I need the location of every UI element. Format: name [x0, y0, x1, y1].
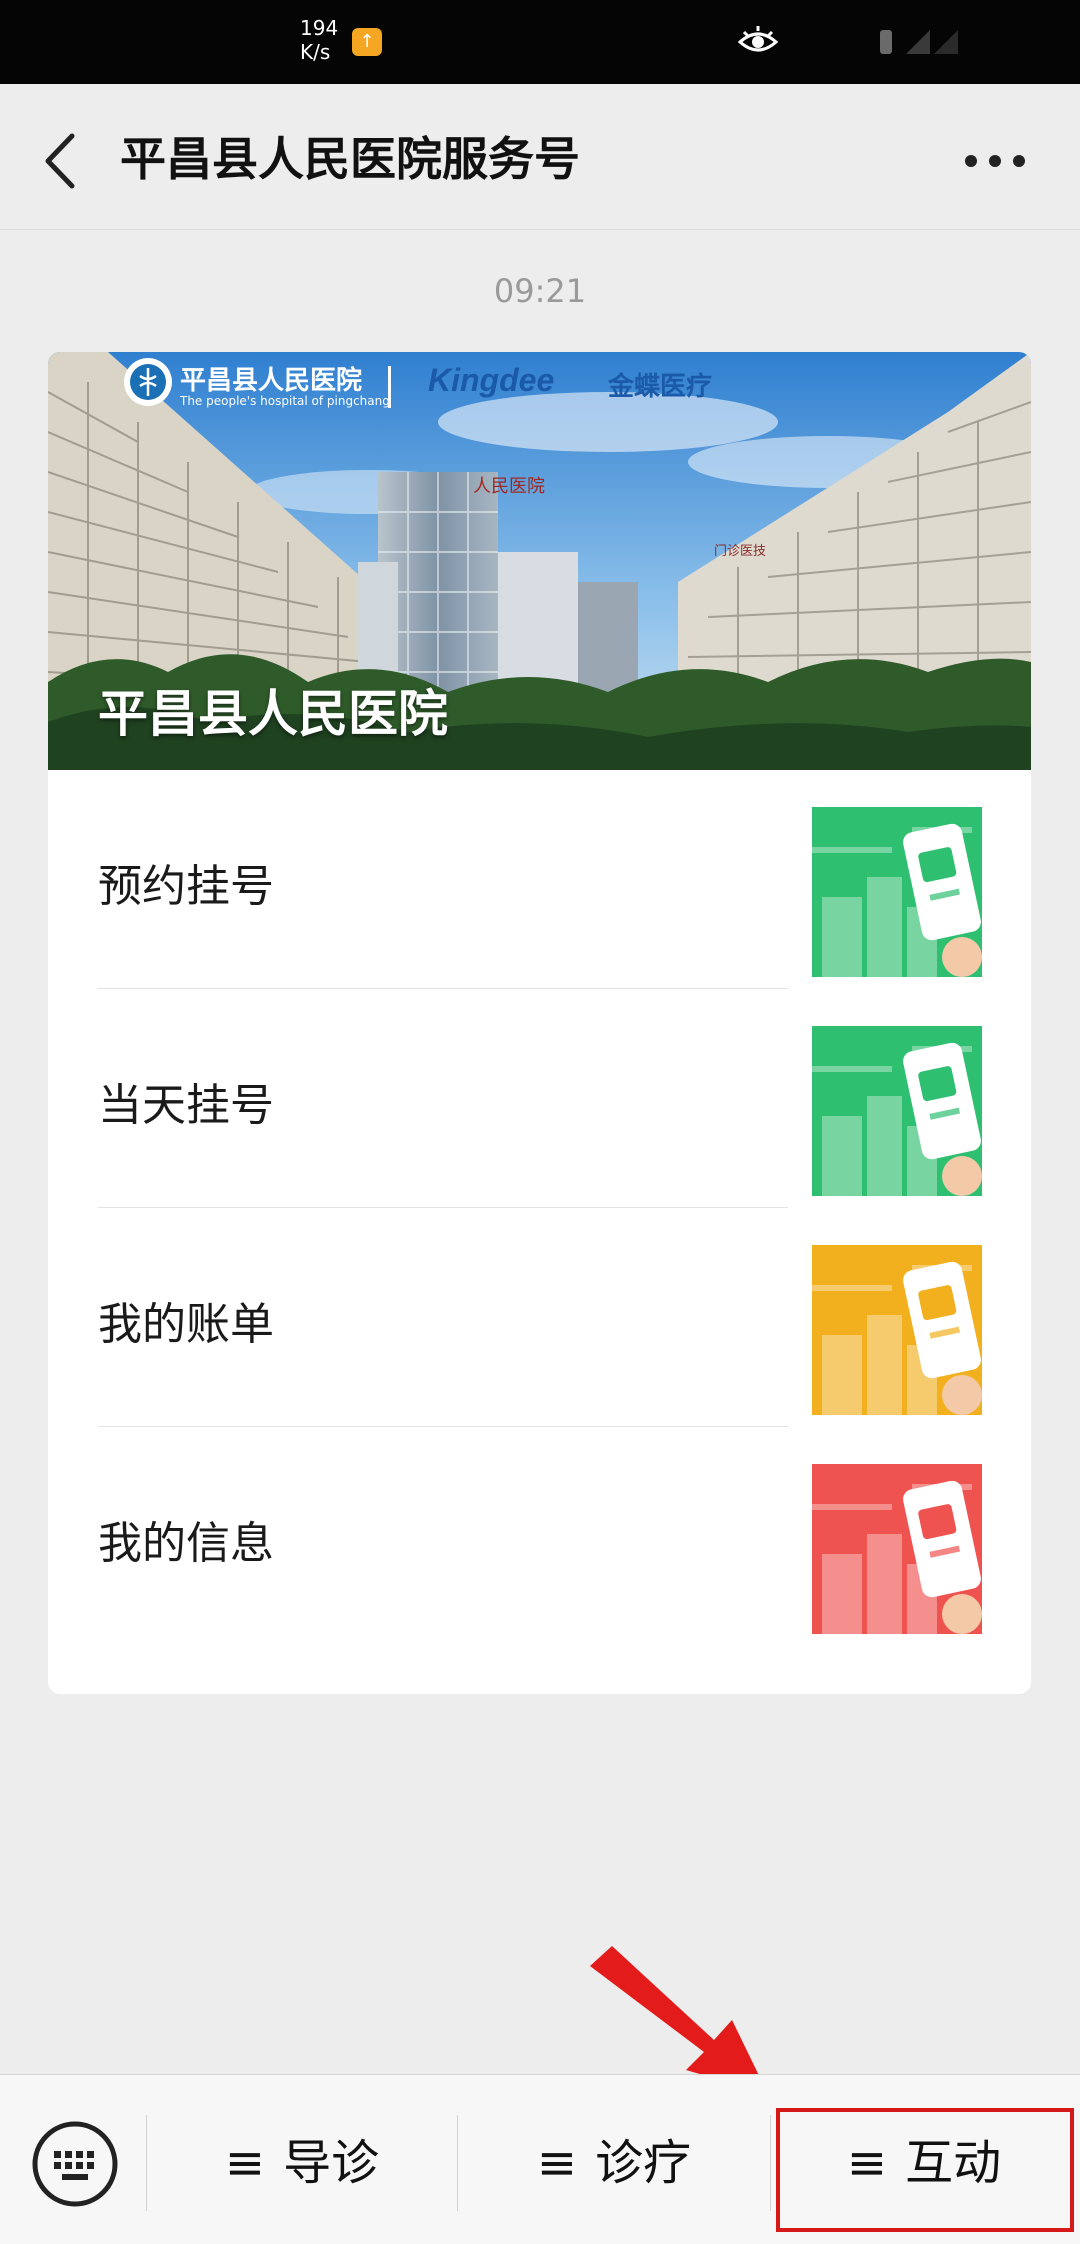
bill-thumbnail: [812, 1245, 982, 1415]
info-thumbnail: [812, 1464, 982, 1634]
banner-title: 平昌县人民医院: [98, 685, 448, 743]
network-speed-value: 194: [300, 16, 339, 40]
upload-notification-icon: ↑: [352, 28, 382, 56]
menu-guide-button[interactable]: ≡ 导诊: [148, 2115, 456, 2211]
brand-logo: Kingdee: [428, 362, 555, 398]
status-bar: 194 K/s ↑: [0, 0, 1080, 84]
menu-guide-label: 导诊: [283, 2135, 380, 2191]
divider: [770, 2115, 771, 2211]
more-dots-icon[interactable]: [960, 136, 1030, 186]
appointment-thumbnail: [812, 807, 982, 977]
hospital-banner[interactable]: 平昌县人民医院 The people's hospital of pingcha…: [48, 352, 1031, 770]
menu-item-label: 我的信息: [98, 1518, 274, 1569]
menu-item-my-bill[interactable]: 我的账单: [48, 1208, 1031, 1427]
menu-lines-icon: ≡: [536, 2135, 578, 2191]
same-day-thumbnail: [812, 1026, 982, 1196]
network-speed-unit: K/s: [300, 40, 331, 64]
menu-item-my-info[interactable]: 我的信息: [48, 1427, 1031, 1646]
chevron-left-icon[interactable]: [36, 126, 86, 196]
signal-icon: [880, 30, 958, 54]
brand-logo-cn: 金蝶医疗: [608, 372, 713, 402]
divider: [457, 2115, 458, 2211]
title-bar: 平昌县人民医院服务号: [0, 84, 1080, 230]
eye-icon: [737, 26, 779, 52]
menu-item-label: 预约挂号: [98, 861, 274, 912]
menu-item-label: 当天挂号: [98, 1080, 274, 1131]
service-card: 平昌县人民医院 The people's hospital of pingcha…: [48, 352, 1031, 1694]
menu-treatment-button[interactable]: ≡ 诊疗: [459, 2115, 769, 2211]
message-timestamp: 09:21: [493, 272, 587, 310]
menu-item-label: 我的账单: [98, 1299, 274, 1350]
keyboard-icon[interactable]: [30, 2119, 120, 2209]
menu-lines-icon: ≡: [224, 2135, 266, 2191]
hospital-logo-en: The people's hospital of pingchang: [180, 394, 390, 408]
building-sign: 人民医院: [473, 476, 545, 497]
menu-item-same-day[interactable]: 当天挂号: [48, 989, 1031, 1208]
building-sign-sub: 门诊医技: [714, 544, 767, 559]
menu-treatment-label: 诊疗: [595, 2135, 692, 2191]
page-title: 平昌县人民医院服务号: [120, 132, 580, 186]
menu-item-appointment[interactable]: 预约挂号: [48, 770, 1031, 989]
hospital-logo-text: 平昌县人民医院: [180, 366, 363, 396]
divider: [146, 2115, 147, 2211]
network-speed: 194 K/s: [300, 16, 350, 64]
annotation-highlight-box: [776, 2108, 1074, 2232]
